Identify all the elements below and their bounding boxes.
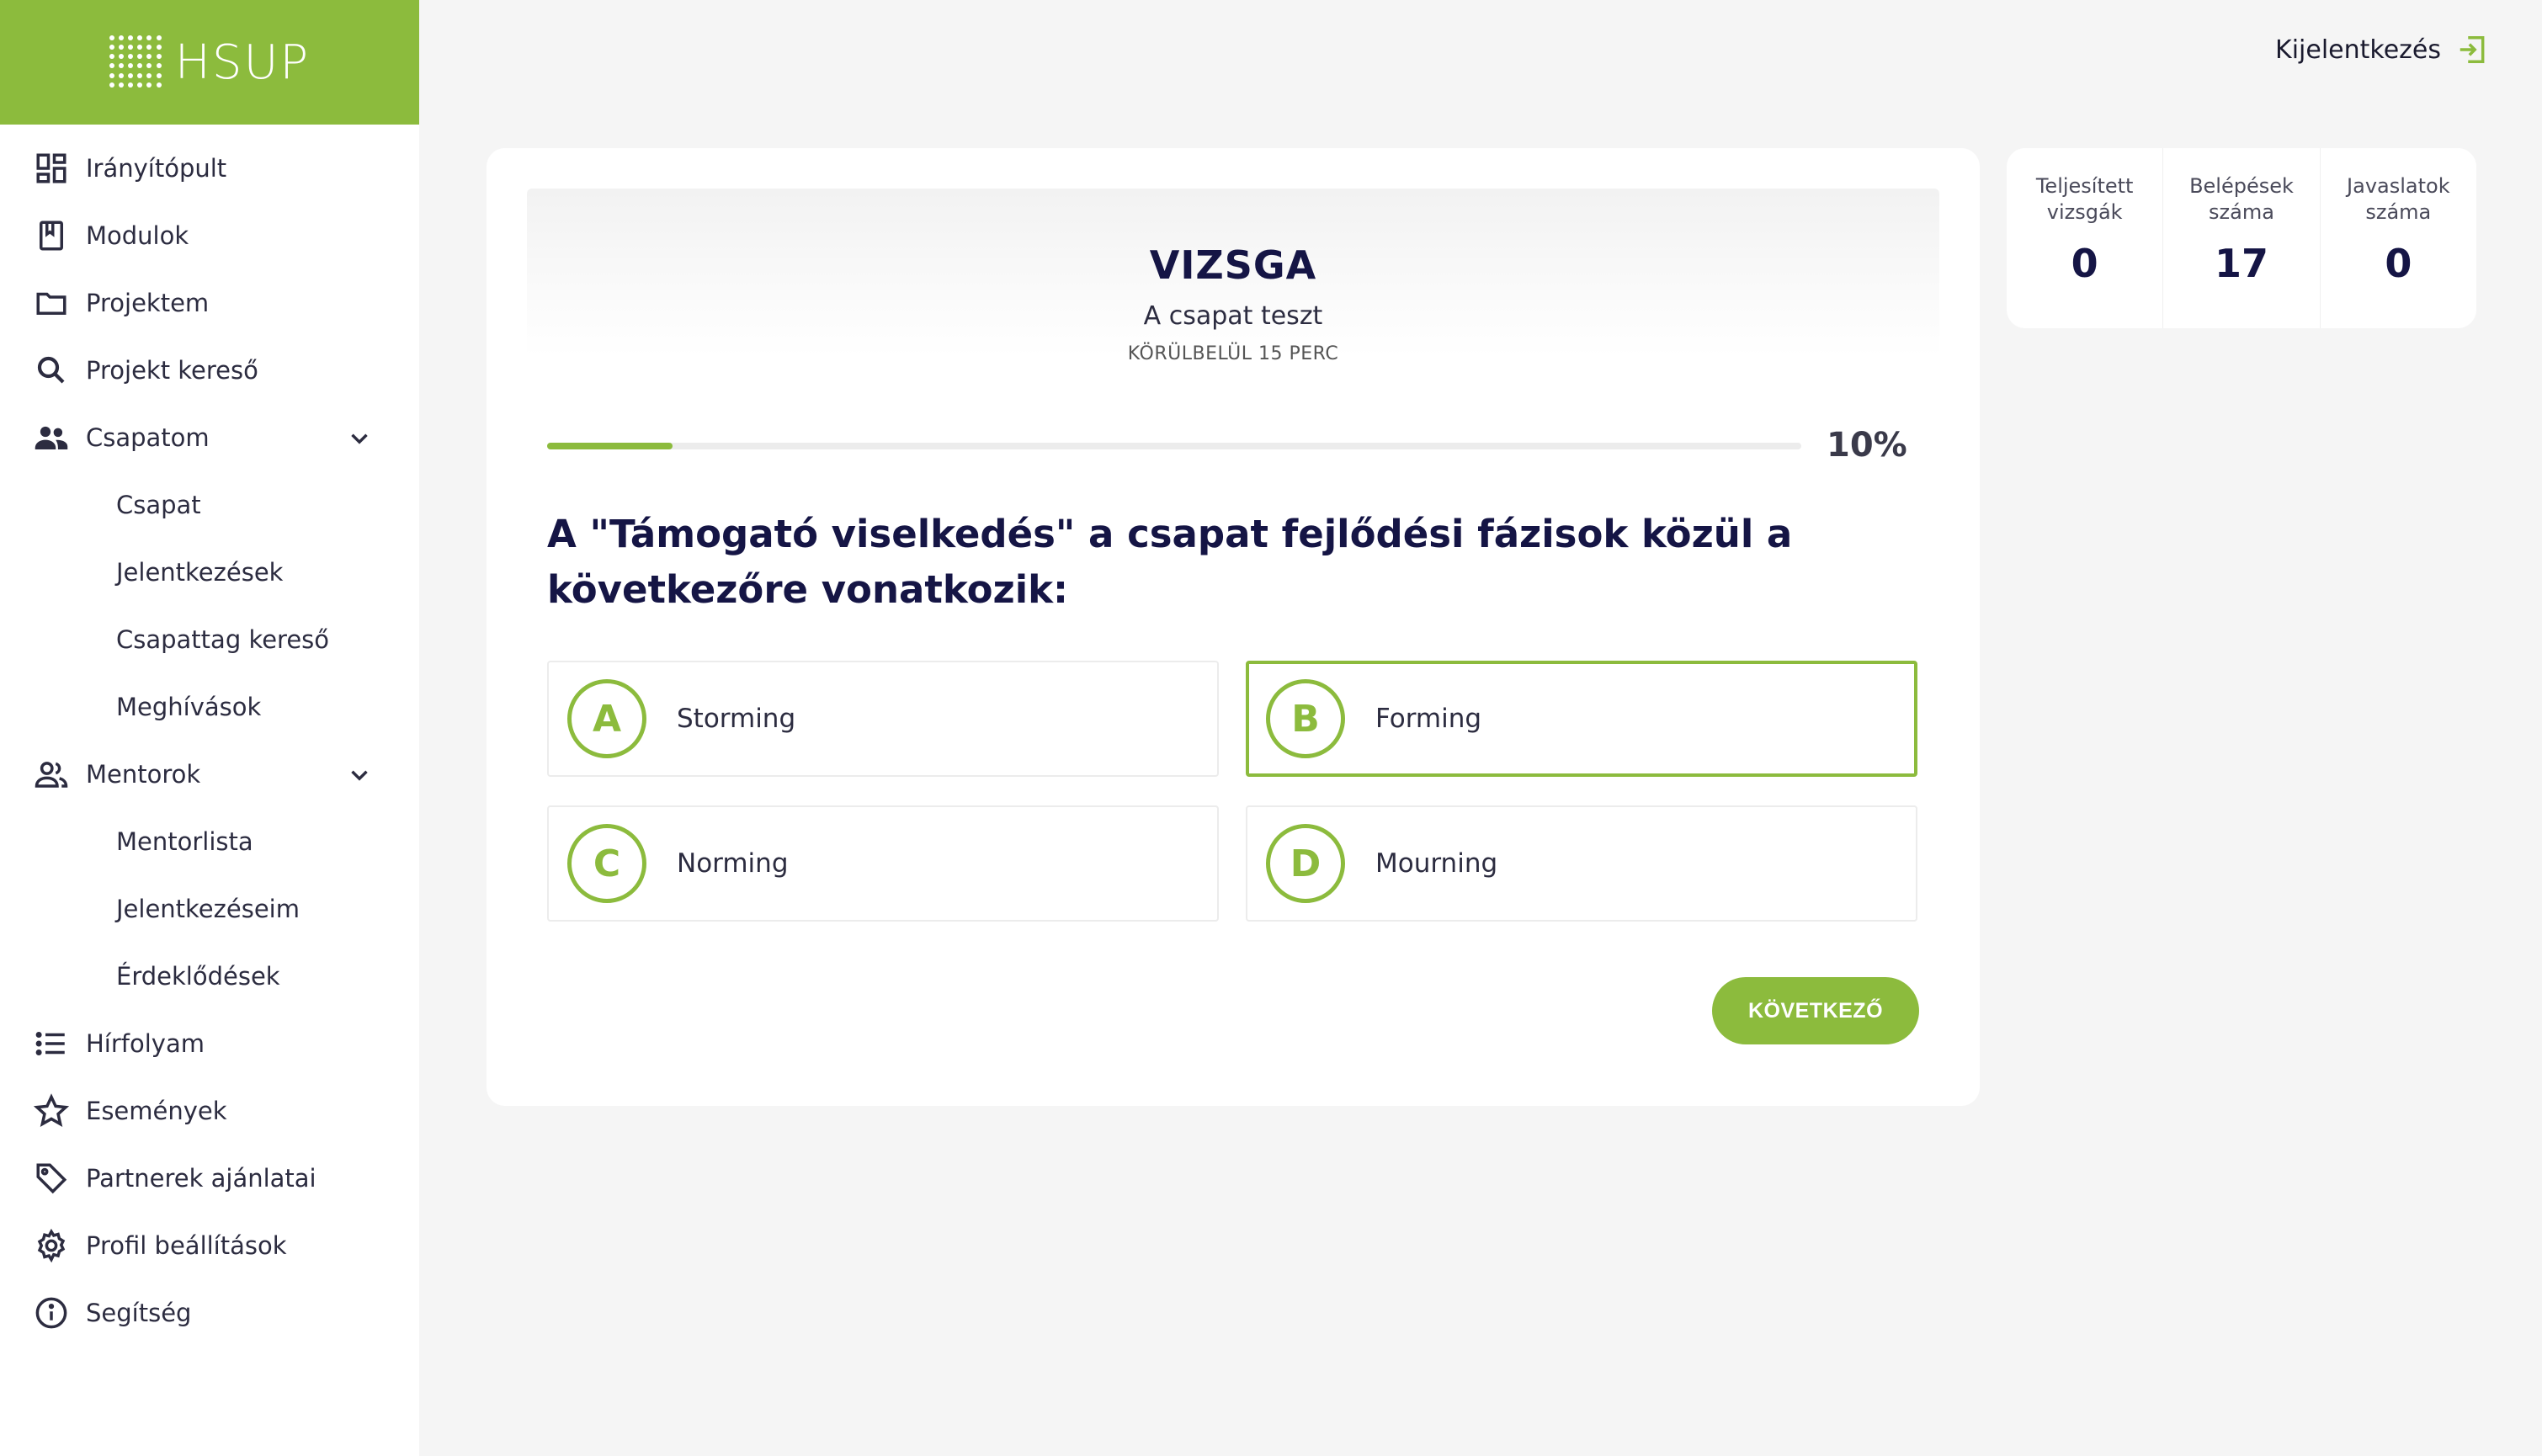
question-text: A "Támogató viselkedés" a csapat fejlődé…	[547, 512, 1793, 612]
people-outline-icon	[34, 757, 69, 792]
sidebar-nav: Irányítópult Modulok Projektem Projekt k…	[0, 125, 419, 1347]
stat-value: 0	[2071, 241, 2098, 286]
sidebar-item-segitseg[interactable]: Segítség	[0, 1279, 419, 1347]
progress-percent: 10%	[1827, 426, 1907, 465]
answer-label: Storming	[677, 704, 796, 734]
sidebar-item-label: Meghívások	[116, 693, 262, 721]
stat-logins: Belépések száma 17	[2162, 148, 2319, 328]
sidebar-item-meghivasok[interactable]: Meghívások	[0, 673, 419, 741]
answer-letter: B	[1266, 679, 1345, 758]
sidebar-item-label: Projekt kereső	[86, 356, 258, 385]
stats-panel: Teljesített vizsgák 0 Belépések száma 17…	[2007, 148, 2476, 328]
stat-label: Teljesített vizsgák	[2035, 174, 2134, 224]
exam-duration: KÖRÜLBELÜL 15 PERC	[1127, 343, 1339, 364]
sidebar-item-label: Csapat	[116, 491, 201, 519]
stat-label: Belépések száma	[2189, 174, 2294, 224]
next-button[interactable]: KÖVETKEZŐ	[1712, 977, 1919, 1044]
sidebar-item-label: Csapattag kereső	[116, 625, 330, 654]
exam-subtitle: A csapat teszt	[1143, 301, 1323, 331]
answer-letter: D	[1266, 824, 1345, 903]
progress-bar	[547, 443, 1801, 449]
gear-icon	[34, 1228, 69, 1263]
sidebar-item-label: Hírfolyam	[86, 1029, 205, 1058]
dashboard-icon	[34, 151, 69, 186]
logo-text: HSUP	[174, 35, 311, 90]
tag-icon	[34, 1161, 69, 1196]
sidebar-item-projektem[interactable]: Projektem	[0, 269, 419, 337]
sidebar-item-jelentkezesek[interactable]: Jelentkezések	[0, 539, 419, 606]
logout-icon	[2460, 36, 2485, 63]
sidebar-item-label: Irányítópult	[86, 154, 227, 183]
sidebar-item-label: Jelentkezések	[116, 558, 284, 587]
sidebar-item-label: Projektem	[86, 289, 210, 317]
group-icon	[34, 420, 69, 455]
sidebar-item-erdeklodesek[interactable]: Érdeklődések	[0, 943, 419, 1010]
sidebar-item-label: Események	[86, 1097, 227, 1125]
stat-value: 0	[2385, 241, 2412, 286]
sidebar-item-label: Partnerek ajánlatai	[86, 1164, 316, 1193]
progress-fill	[547, 443, 673, 449]
exam-card: VIZSGA A csapat teszt KÖRÜLBELÜL 15 PERC…	[487, 148, 1980, 1106]
folder-icon	[34, 285, 69, 321]
stat-value: 17	[2214, 241, 2268, 286]
exam-header: VIZSGA A csapat teszt KÖRÜLBELÜL 15 PERC	[527, 189, 1939, 364]
sidebar-item-hirfolyam[interactable]: Hírfolyam	[0, 1010, 419, 1077]
sidebar-item-projekt-kereso[interactable]: Projekt kereső	[0, 337, 419, 404]
answer-option-d[interactable]: D Mourning	[1246, 805, 1917, 922]
sidebar-item-label: Segítség	[86, 1299, 192, 1327]
sidebar-item-csapattag-kereso[interactable]: Csapattag kereső	[0, 606, 419, 673]
logout-button[interactable]: Kijelentkezés	[2275, 34, 2488, 66]
sidebar-item-iranyitopult[interactable]: Irányítópult	[0, 135, 419, 202]
answer-label: Norming	[677, 848, 789, 879]
sidebar-item-csapatom[interactable]: Csapatom	[0, 404, 419, 471]
logo-dots-icon	[109, 35, 163, 89]
exam-title: VIZSGA	[1149, 242, 1317, 288]
search-icon	[34, 353, 69, 388]
list-icon	[34, 1026, 69, 1061]
sidebar-item-label: Mentorlista	[116, 827, 253, 856]
sidebar-item-label: Érdeklődések	[116, 962, 280, 991]
sidebar-item-mentorok[interactable]: Mentorok	[0, 741, 419, 808]
sidebar-item-mentorlista[interactable]: Mentorlista	[0, 808, 419, 875]
answer-option-c[interactable]: C Norming	[547, 805, 1219, 922]
answer-option-a[interactable]: A Storming	[547, 661, 1219, 777]
stat-completed-exams: Teljesített vizsgák 0	[2007, 148, 2162, 328]
sidebar-item-csapat[interactable]: Csapat	[0, 471, 419, 539]
star-icon	[34, 1093, 69, 1129]
logo[interactable]: HSUP	[0, 0, 419, 125]
answer-label: Forming	[1375, 704, 1482, 734]
info-icon	[34, 1295, 69, 1331]
logout-label: Kijelentkezés	[2275, 35, 2441, 65]
sidebar-item-label: Modulok	[86, 221, 189, 250]
sidebar-item-esemenyek[interactable]: Események	[0, 1077, 419, 1145]
sidebar-item-modulok[interactable]: Modulok	[0, 202, 419, 269]
sidebar-item-label: Csapatom	[86, 423, 210, 452]
answer-label: Mourning	[1375, 848, 1498, 879]
sidebar-item-profil-beallitasok[interactable]: Profil beállítások	[0, 1212, 419, 1279]
sidebar-item-jelentkezeseim[interactable]: Jelentkezéseim	[0, 875, 419, 943]
sidebar-item-label: Profil beállítások	[86, 1231, 287, 1260]
stat-suggestions: Javaslatok száma 0	[2319, 148, 2476, 328]
chevron-down-icon[interactable]	[345, 761, 374, 789]
book-icon	[34, 218, 69, 253]
stat-label: Javaslatok száma	[2347, 174, 2450, 224]
answer-letter: C	[567, 824, 646, 903]
answer-option-b[interactable]: B Forming	[1246, 661, 1917, 777]
sidebar-item-label: Mentorok	[86, 760, 201, 789]
sidebar-item-label: Jelentkezéseim	[116, 895, 300, 923]
answer-letter: A	[567, 679, 646, 758]
sidebar-item-partnerek-ajanlatai[interactable]: Partnerek ajánlatai	[0, 1145, 419, 1212]
chevron-down-icon[interactable]	[345, 424, 374, 453]
sidebar: HSUP Irányítópult Modulok Projektem Proj…	[0, 0, 419, 1456]
